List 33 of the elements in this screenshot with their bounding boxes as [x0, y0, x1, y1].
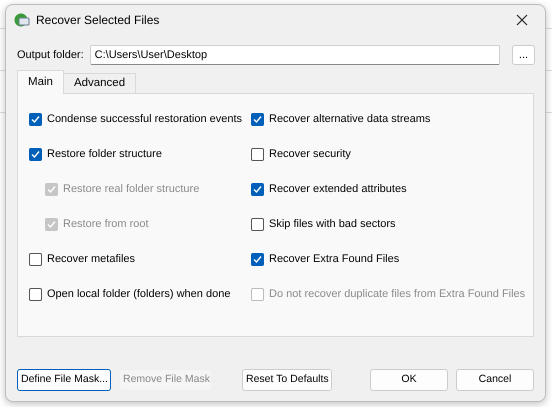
window-title: Recover Selected Files: [36, 12, 160, 29]
tab[interactable]: Advanced: [62, 73, 136, 94]
option-label: Recover alternative data streams: [269, 112, 430, 128]
option-label: Restore from root: [63, 217, 149, 232]
option-label: Recover extended attributes: [269, 182, 407, 198]
checkbox[interactable]: [251, 183, 264, 196]
option-label: Recover metafiles: [47, 252, 136, 268]
checkbox[interactable]: [251, 253, 264, 266]
output-folder-field[interactable]: C:\Users\User\Desktop: [90, 45, 500, 65]
option-label: Recover security: [269, 147, 351, 162]
dialog-button[interactable]: Define File Mask...: [17, 369, 111, 391]
checkbox[interactable]: [29, 288, 42, 301]
output-folder-label: Output folder:: [17, 48, 84, 63]
browse-button[interactable]: ...: [512, 45, 535, 65]
tab[interactable]: Main: [17, 70, 64, 94]
dialog-button[interactable]: Cancel: [456, 369, 534, 391]
checkbox[interactable]: [29, 148, 42, 161]
checkbox[interactable]: [251, 113, 264, 126]
option-label: Restore real folder structure: [63, 182, 200, 198]
checkbox[interactable]: [251, 218, 264, 231]
option-label: Restore folder structure: [47, 147, 162, 162]
option-label: Open local folder (folders) when done: [47, 287, 230, 302]
checkbox[interactable]: [29, 253, 42, 266]
close-icon: [516, 14, 528, 26]
dialog-button[interactable]: Reset To Defaults: [242, 369, 332, 391]
checkbox[interactable]: [251, 148, 264, 161]
checkbox[interactable]: [29, 113, 42, 126]
option-label: Skip files with bad sectors: [269, 217, 396, 232]
option-label: Do not recover duplicate files from Extra Found Files: [269, 287, 526, 302]
app-icon: [14, 12, 30, 28]
dialog-button[interactable]: OK: [370, 369, 448, 391]
option-label: Recover Extra Found Files: [269, 252, 400, 268]
option-label: Condense successful restoration events: [47, 112, 242, 128]
